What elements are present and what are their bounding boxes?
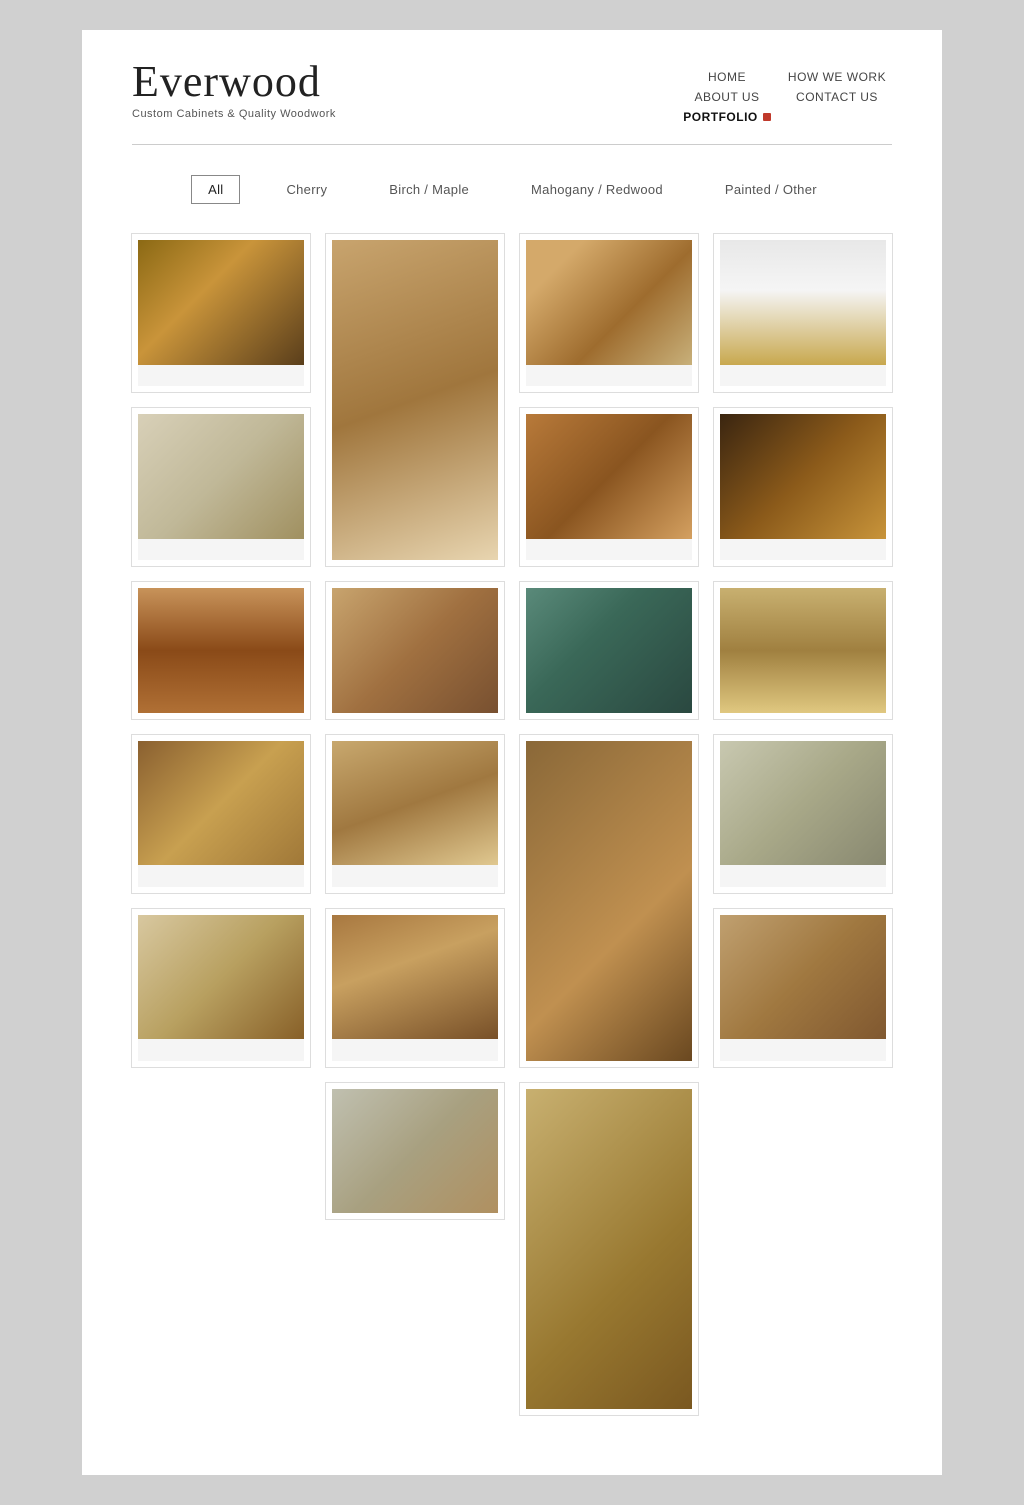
gallery-image <box>720 741 886 866</box>
gallery-item[interactable] <box>520 582 698 719</box>
gallery-item[interactable] <box>714 408 892 566</box>
gallery-item[interactable] <box>132 582 310 719</box>
gallery-image <box>526 588 692 713</box>
gallery-item[interactable] <box>520 408 698 566</box>
filter-painted-other[interactable]: Painted / Other <box>709 176 833 203</box>
gallery-item[interactable] <box>520 1083 698 1415</box>
logo: Everwood <box>132 60 336 104</box>
gallery-item[interactable] <box>520 735 698 1067</box>
gallery-item[interactable] <box>326 234 504 566</box>
gallery-item[interactable] <box>714 909 892 1067</box>
gallery-item[interactable] <box>714 582 892 719</box>
filter-bar: All Cherry Birch / Maple Mahogany / Redw… <box>82 145 942 224</box>
nav-home[interactable]: HOME <box>708 70 746 84</box>
page-wrapper: Everwood Custom Cabinets & Quality Woodw… <box>82 30 942 1475</box>
gallery-item[interactable] <box>326 582 504 719</box>
main-nav: HOME ABOUT US PORTFOLIO HOW WE WORK CONT… <box>672 70 892 124</box>
gallery-image <box>720 414 886 539</box>
filter-cherry[interactable]: Cherry <box>270 176 343 203</box>
gallery-grid <box>82 224 942 1415</box>
logo-tagline: Custom Cabinets & Quality Woodwork <box>132 108 336 120</box>
gallery-image <box>138 240 304 365</box>
gallery-item[interactable] <box>132 408 310 566</box>
gallery-item[interactable] <box>714 234 892 392</box>
gallery-item[interactable] <box>520 234 698 392</box>
gallery-image <box>720 588 886 713</box>
gallery-item[interactable] <box>132 735 310 893</box>
gallery-item[interactable] <box>132 909 310 1067</box>
gallery-image <box>332 240 498 560</box>
nav-how-we-work[interactable]: HOW WE WORK <box>788 70 886 84</box>
gallery-image <box>526 741 692 1061</box>
nav-col-2: HOW WE WORK CONTACT US <box>782 70 892 124</box>
nav-portfolio[interactable]: PORTFOLIO <box>683 110 771 124</box>
filter-all[interactable]: All <box>191 175 240 204</box>
gallery-image <box>332 1089 498 1214</box>
filter-mahogany-redwood[interactable]: Mahogany / Redwood <box>515 176 679 203</box>
nav-contact[interactable]: CONTACT US <box>796 90 878 104</box>
gallery-image <box>138 915 304 1040</box>
nav-col-1: HOME ABOUT US PORTFOLIO <box>672 70 782 124</box>
gallery-item[interactable] <box>326 1083 504 1220</box>
gallery-image <box>332 588 498 713</box>
gallery-image <box>138 588 304 713</box>
gallery-image <box>720 915 886 1040</box>
nav-about[interactable]: ABOUT US <box>694 90 759 104</box>
logo-area: Everwood Custom Cabinets & Quality Woodw… <box>132 60 336 120</box>
gallery-image <box>332 915 498 1040</box>
gallery-image <box>526 414 692 539</box>
gallery-image <box>138 741 304 866</box>
gallery-item[interactable] <box>326 735 504 893</box>
gallery-item[interactable] <box>326 909 504 1067</box>
gallery-image <box>138 414 304 539</box>
gallery-image <box>332 741 498 866</box>
gallery-item[interactable] <box>132 234 310 392</box>
filter-birch-maple[interactable]: Birch / Maple <box>373 176 485 203</box>
gallery-item[interactable] <box>714 735 892 893</box>
gallery-image <box>526 1089 692 1409</box>
gallery-image <box>526 240 692 365</box>
portfolio-indicator <box>763 113 771 121</box>
header: Everwood Custom Cabinets & Quality Woodw… <box>82 30 942 124</box>
gallery-image <box>720 240 886 365</box>
